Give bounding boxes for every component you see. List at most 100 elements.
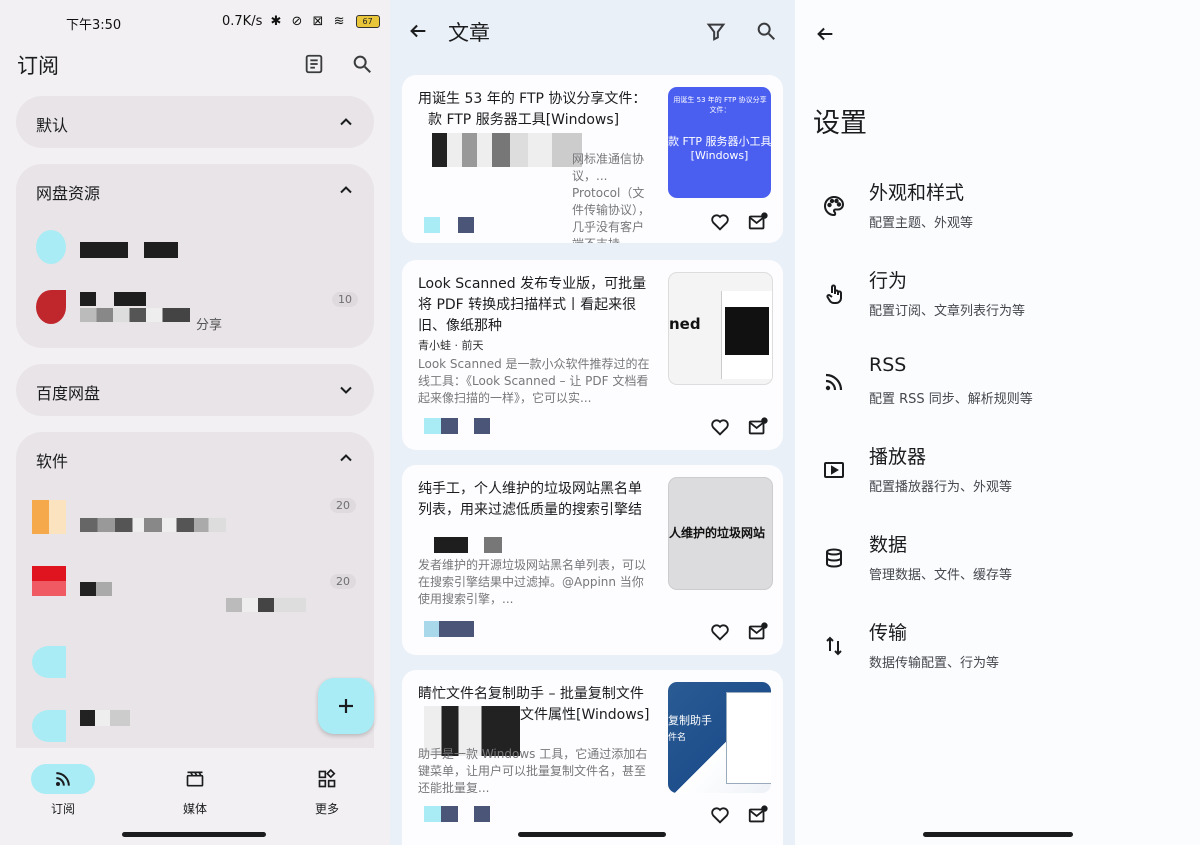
heart-icon[interactable] <box>709 804 731 826</box>
feed-avatar[interactable] <box>32 646 66 678</box>
article-summary: Look Scanned 是一款小众软件推荐过的在线工具：《Look Scann… <box>418 357 650 405</box>
redacted-block <box>432 133 582 167</box>
mail-icon[interactable] <box>747 621 769 643</box>
settings-item-behavior[interactable]: 行为 配置订阅、文章列表行为等 <box>795 264 1200 334</box>
settings-item-data[interactable]: 数据 管理数据、文件、缓存等 <box>795 528 1200 598</box>
article-title: 纯手工，个人维护的垃圾网站黑名单列表，用来过滤低质量的搜索引擎结 <box>418 481 642 518</box>
card-actions <box>709 211 769 233</box>
settings-item-title: 外观和样式 <box>869 182 965 204</box>
page-title: 文章 <box>448 21 490 45</box>
unread-count: 10 <box>332 292 358 307</box>
redacted-block <box>80 518 226 532</box>
status-bar: 下午3:50 0.7K/s ✱ ⊘ ⊠ ≋ 67 <box>0 12 390 34</box>
chevron-up-icon[interactable] <box>336 112 356 132</box>
thumb-text: 人维护的垃圾网站 <box>669 526 766 540</box>
clapperboard-icon <box>186 771 204 787</box>
settings-item-subtitle: 配置订阅、文章列表行为等 <box>869 304 1026 319</box>
settings-item-transfer[interactable]: 传输 数据传输配置、行为等 <box>795 616 1200 686</box>
article-card[interactable]: Look Scanned 发布专业版，可批量将 PDF 转换成扫描样式丨看起来很… <box>402 260 783 450</box>
article-card[interactable]: 睛忙文件名复制助手 – 批量复制文件 文件属性[Windows] 助手是一款 W… <box>402 670 783 845</box>
chevron-down-icon[interactable] <box>336 380 356 400</box>
heart-icon[interactable] <box>709 416 731 438</box>
back-icon[interactable] <box>404 17 432 45</box>
heart-icon[interactable] <box>709 211 731 233</box>
article-title-line: 款 FTP 服务器工具[Windows] <box>428 112 620 128</box>
nav-more[interactable]: 更多 <box>282 764 372 817</box>
home-indicator <box>122 832 266 837</box>
touch-icon <box>826 284 842 304</box>
article-list-icon[interactable] <box>300 50 328 78</box>
settings-item-rss[interactable]: RSS 配置 RSS 同步、解析规则等 <box>795 352 1200 422</box>
filter-icon[interactable] <box>702 17 730 45</box>
redacted-block <box>80 710 130 726</box>
add-feed-button[interactable] <box>318 678 374 734</box>
feed-avatar[interactable] <box>32 710 66 742</box>
redacted-block <box>80 242 128 258</box>
mail-icon[interactable] <box>747 804 769 826</box>
nav-label: 更多 <box>314 802 339 816</box>
thumb-menu <box>726 692 771 784</box>
nav-label: 媒体 <box>182 802 207 816</box>
mail-icon[interactable] <box>747 211 769 233</box>
group-default[interactable]: 默认 <box>16 96 374 148</box>
nav-media[interactable]: 媒体 <box>150 764 240 817</box>
thumb-text: 复制助手 <box>668 714 712 727</box>
settings-item-appearance[interactable]: 外观和样式 配置主题、外观等 <box>795 176 1200 246</box>
article-card[interactable]: 用诞生 53 年的 FTP 协议分享文件： 款 FTP 服务器工具[Window… <box>402 75 783 243</box>
settings-item-subtitle: 管理数据、文件、缓存等 <box>869 568 1013 583</box>
tag-swatch <box>424 418 458 434</box>
player-icon <box>824 462 844 478</box>
feed-avatar <box>36 290 66 324</box>
article-title: 用诞生 53 年的 FTP 协议分享文件： 款 FTP 服务器工具[Window… <box>418 89 654 131</box>
search-icon[interactable] <box>752 17 780 45</box>
chevron-up-icon[interactable] <box>336 180 356 200</box>
database-icon <box>826 548 842 568</box>
subscribe-panel: 下午3:50 0.7K/s ✱ ⊘ ⊠ ≋ 67 订阅 默认 网盘资源 分享 1… <box>0 0 390 845</box>
bottom-nav: 订阅 媒体 更多 <box>0 748 390 845</box>
feed-avatar <box>32 566 66 596</box>
article-summary: 助手是一款 Windows 工具，它通过添加右键菜单，让用户可以批量复制文件名，… <box>418 747 648 795</box>
search-icon[interactable] <box>348 50 376 78</box>
article-title-line: 用诞生 53 年的 FTP 协议分享文件： <box>418 91 647 107</box>
thumb-image <box>725 307 769 355</box>
feed-text: 分享 <box>196 318 223 333</box>
settings-item-title: 数据 <box>869 534 908 556</box>
settings-item-player[interactable]: 播放器 配置播放器行为、外观等 <box>795 440 1200 510</box>
tag-swatch <box>424 217 440 233</box>
apps-icon <box>318 769 336 788</box>
settings-panel: 设置 外观和样式 配置主题、外观等 行为 配置订阅、文章列表行为等 RSS 配置… <box>795 0 1200 845</box>
feed-avatar <box>36 230 66 264</box>
feed-avatar <box>32 500 66 534</box>
tag-swatch <box>474 806 490 822</box>
nav-pill <box>31 764 95 794</box>
nav-label: 订阅 <box>50 802 75 816</box>
rss-icon <box>825 373 843 391</box>
article-card[interactable]: 纯手工，个人维护的垃圾网站黑名单列表，用来过滤低质量的搜索引擎结 发者维护的开源… <box>402 465 783 655</box>
card-actions <box>709 804 769 826</box>
group-baidu[interactable]: 百度网盘 <box>16 364 374 416</box>
mail-icon[interactable] <box>747 416 769 438</box>
group-cloud[interactable]: 网盘资源 分享 10 <box>16 164 374 348</box>
settings-item-title: 行为 <box>869 270 908 292</box>
article-title-line: 睛忙文件名复制助手 – 批量复制文件 <box>418 686 644 702</box>
redacted-block <box>80 582 112 596</box>
settings-item-title: 播放器 <box>869 446 927 468</box>
article-thumbnail: 用诞生 53 年的 FTP 协议分享文件： 款 FTP 服务器小工具 [Wind… <box>668 87 771 198</box>
redacted-block <box>434 537 468 553</box>
back-icon[interactable] <box>811 20 839 48</box>
chevron-up-icon[interactable] <box>336 448 356 468</box>
article-summary: 网标准通信协议，... Protocol（文件传输协议），几乎没有客户端不支持。… <box>572 152 651 243</box>
group-name: 百度网盘 <box>36 384 101 403</box>
page-title: 订阅 <box>17 54 59 78</box>
settings-item-subtitle: 配置主题、外观等 <box>869 216 974 231</box>
nav-subscribe[interactable]: 订阅 <box>18 764 108 817</box>
palette-icon <box>824 195 845 217</box>
transfer-icon <box>826 636 842 656</box>
unread-count: 20 <box>330 498 356 513</box>
articles-panel: 文章 用诞生 53 年的 FTP 协议分享文件： 款 FTP 服务器工具[Win… <box>390 0 795 845</box>
heart-icon[interactable] <box>709 621 731 643</box>
redacted-block <box>80 308 190 322</box>
status-glyphs: ✱ ⊘ ⊠ ≋ <box>270 14 348 29</box>
thumb-text: 用诞生 53 年的 FTP 协议分享文件： <box>673 96 767 114</box>
redacted-block <box>144 242 178 258</box>
